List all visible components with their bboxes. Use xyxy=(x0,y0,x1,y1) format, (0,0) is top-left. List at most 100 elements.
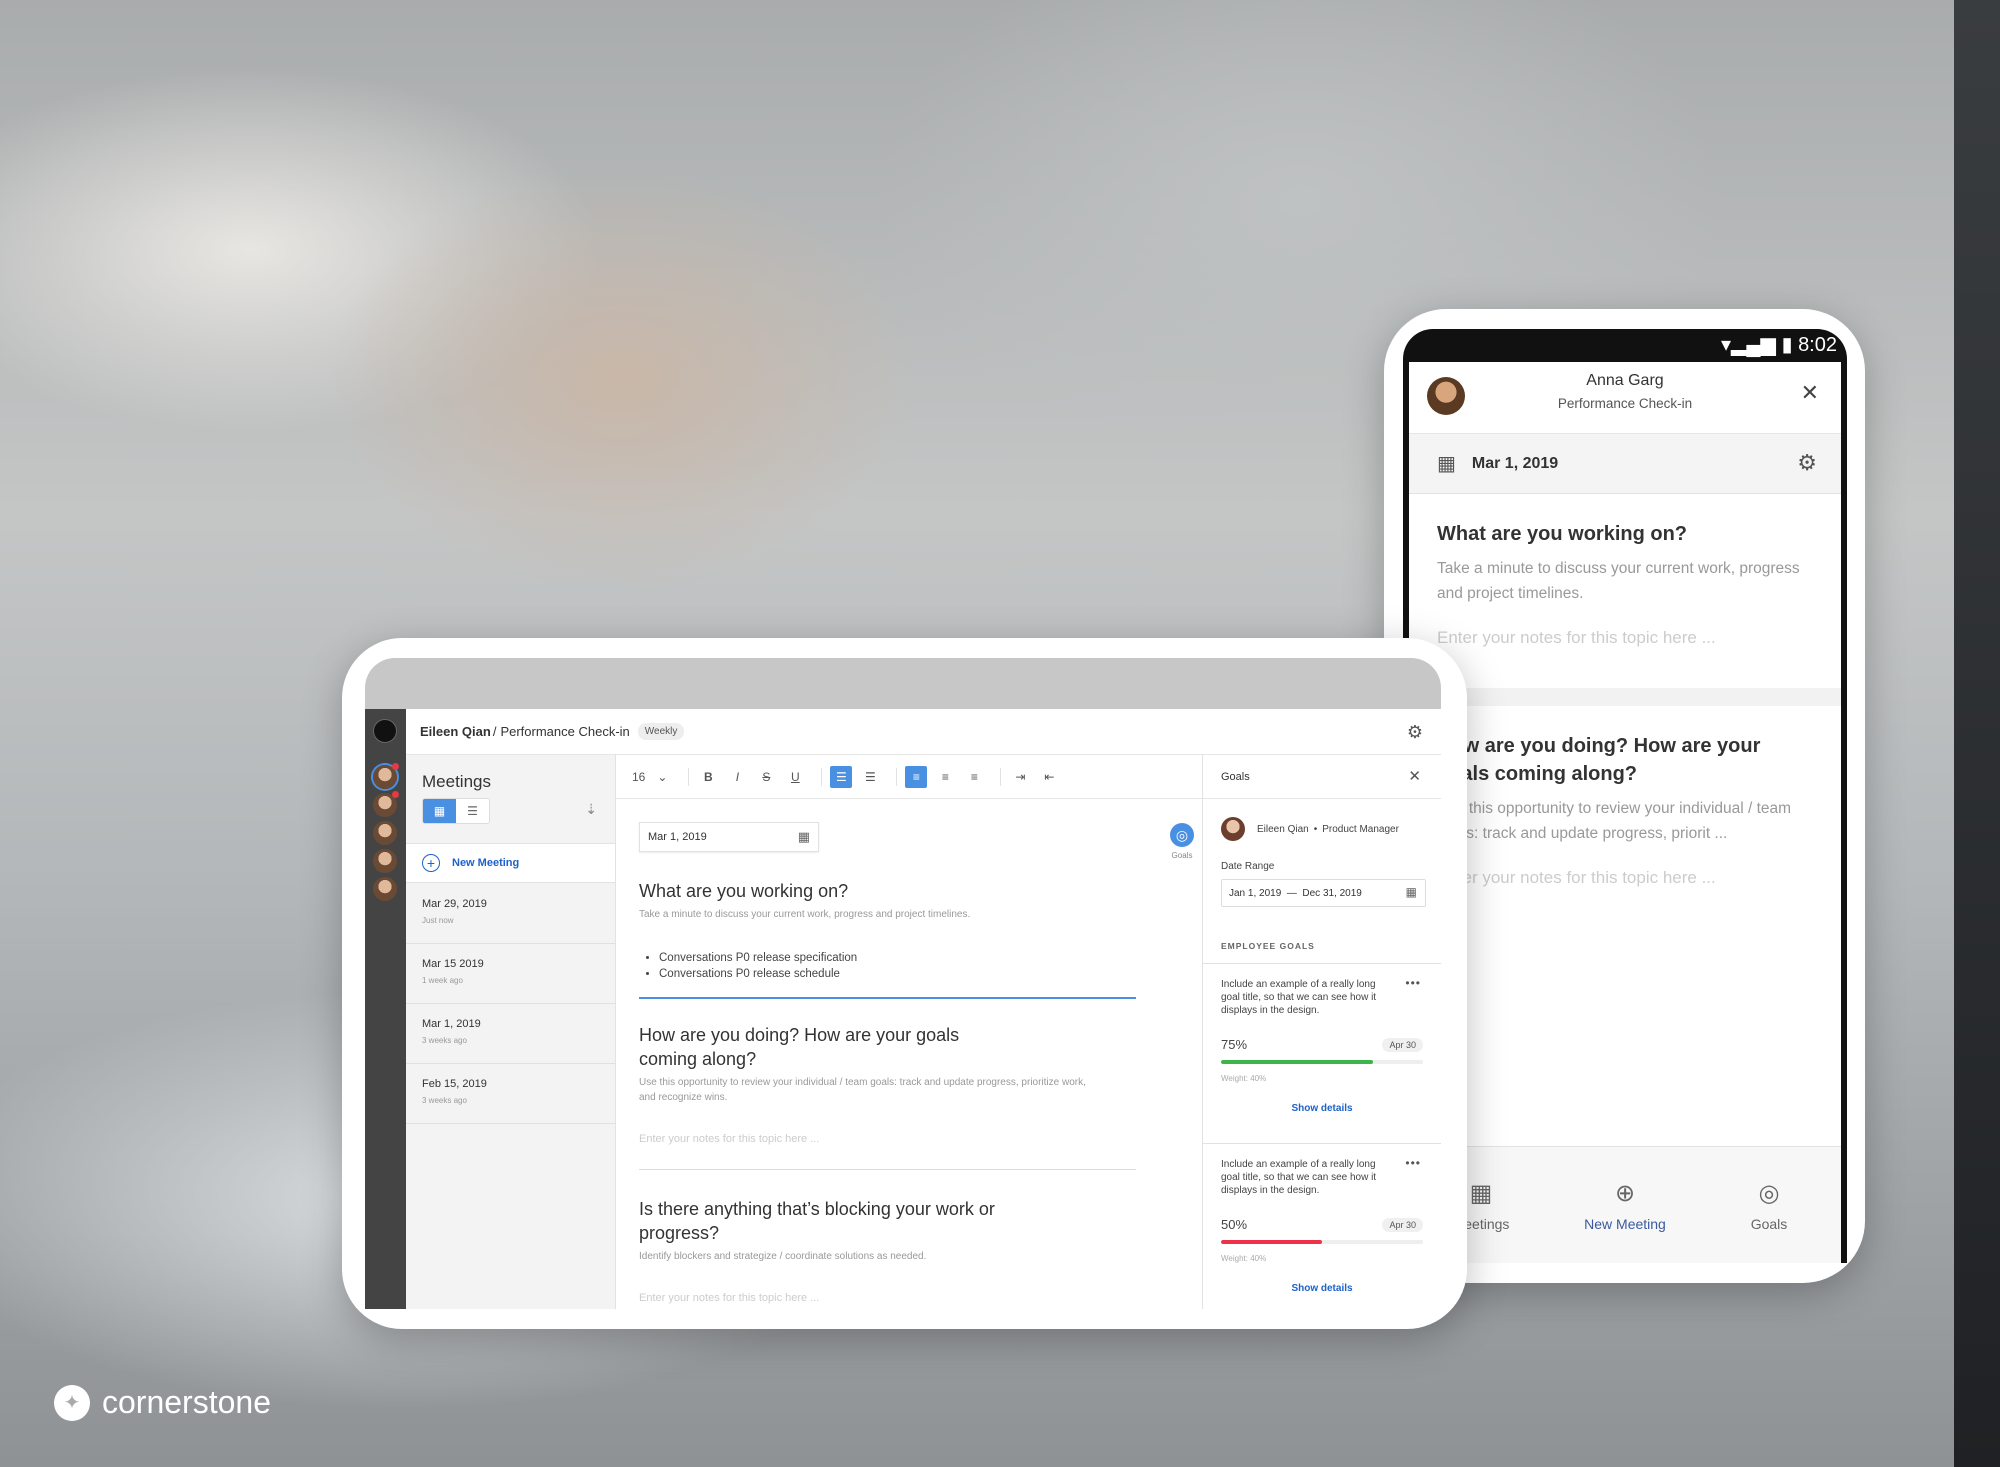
laptop-device: Eileen Qian / Performance Check-in Weekl… xyxy=(342,638,1467,1329)
nav-goals[interactable]: ◎ Goals xyxy=(1699,1179,1839,1232)
numbered-list-button[interactable]: ☰ xyxy=(859,766,881,788)
divider xyxy=(1000,767,1002,786)
owner-role: Product Manager xyxy=(1322,823,1399,835)
goal-owner: Eileen Qian • Product Manager xyxy=(1221,817,1441,841)
plus-icon: + xyxy=(422,854,440,872)
progress-fill xyxy=(1221,1240,1322,1244)
show-details-link[interactable]: Show details xyxy=(1221,1283,1423,1294)
date-range-label: Date Range xyxy=(1221,861,1275,872)
avatar[interactable] xyxy=(373,821,397,845)
app-logo[interactable] xyxy=(373,719,397,743)
sort-icon[interactable]: ⇣ xyxy=(585,801,597,818)
avatar[interactable] xyxy=(373,791,399,817)
underline-button[interactable]: U xyxy=(784,766,806,788)
list-item[interactable]: Mar 15 2019 1 week ago xyxy=(406,944,615,1004)
calendar-icon: ▦ xyxy=(1437,453,1456,475)
indent-button[interactable]: ⇥ xyxy=(1009,766,1031,788)
goal-percent: 50% xyxy=(1221,1217,1248,1232)
list-item[interactable]: Mar 1, 2019 3 weeks ago xyxy=(406,1004,615,1064)
outdent-button[interactable]: ⇤ xyxy=(1038,766,1060,788)
topic: Is there anything that’s blocking your w… xyxy=(639,1197,1019,1304)
meeting-ago: 3 weeks ago xyxy=(422,1036,467,1045)
divider xyxy=(1409,688,1841,706)
notification-dot xyxy=(392,791,399,798)
meeting-ago: 3 weeks ago xyxy=(422,1096,467,1105)
bullet-sep: • xyxy=(1313,823,1318,835)
calendar-view-button[interactable]: ▦ xyxy=(423,799,456,823)
align-right-button[interactable]: ≡ xyxy=(963,766,985,788)
format-toolbar: 16 ⌄ B I S U ☰ ☰ ≡ ≡ ≡ ⇥ ⇤ xyxy=(616,755,1202,799)
topic-desc: Identify blockers and strategize / coord… xyxy=(639,1251,927,1262)
notes-input[interactable]: Enter your notes for this topic here ... xyxy=(1437,628,1817,648)
avatar xyxy=(1427,377,1465,415)
bulleted-list-button[interactable]: ☰ xyxy=(830,765,853,788)
due-badge: Apr 30 xyxy=(1382,1217,1423,1232)
breadcrumb-meeting: Performance Check-in xyxy=(500,724,630,739)
notification-dot xyxy=(392,763,399,770)
notes-input[interactable]: Enter your notes for this topic here ... xyxy=(1437,868,1817,888)
phone-header: Anna Garg Performance Check-in ✕ xyxy=(1409,362,1841,434)
topic-desc: Use this opportunity to review your indi… xyxy=(1437,800,1792,842)
notes-input[interactable]: Enter your notes for this topic here ... xyxy=(639,1133,1019,1145)
topic-title: Is there anything that’s blocking your w… xyxy=(639,1199,995,1243)
font-size-select[interactable]: 16 xyxy=(632,766,645,788)
list-item: Conversations P0 release schedule xyxy=(659,966,1139,982)
topic-desc: Take a minute to discuss your current wo… xyxy=(1437,560,1800,602)
notes-input[interactable]: Enter your notes for this topic here ... xyxy=(639,1292,1019,1304)
meeting-date: Mar 29, 2019 xyxy=(422,898,487,910)
due-badge: Apr 30 xyxy=(1382,1037,1423,1052)
app-window: Eileen Qian / Performance Check-in Weekl… xyxy=(365,709,1441,1309)
active-divider xyxy=(639,997,1136,999)
target-icon: ◎ xyxy=(1170,823,1194,847)
progress-bar xyxy=(1221,1240,1423,1244)
topic-title: How are you doing? How are your goals co… xyxy=(1437,735,1761,785)
goal-percent: 75% xyxy=(1221,1037,1248,1052)
topic: How are you doing? How are your goals co… xyxy=(639,1023,1086,1145)
goals-label: Goals xyxy=(1171,851,1193,860)
align-left-button[interactable]: ≡ xyxy=(905,765,928,788)
goal-card: Include an example of a really long goal… xyxy=(1203,963,1441,1143)
list-item[interactable]: Feb 15, 2019 3 weeks ago xyxy=(406,1064,615,1124)
avatar[interactable] xyxy=(373,877,397,901)
breadcrumb-person[interactable]: Eileen Qian xyxy=(420,724,491,739)
more-icon[interactable]: ••• xyxy=(1405,976,1421,990)
nav-label: New Meeting xyxy=(1584,1215,1666,1232)
date-range-input[interactable]: Jan 1, 2019 — Dec 31, 2019 ▦ xyxy=(1221,879,1426,907)
date-bar[interactable]: ▦ Mar 1, 2019 ⚙ xyxy=(1409,434,1841,494)
align-center-button[interactable]: ≡ xyxy=(934,766,956,788)
person-name: Anna Garg xyxy=(1586,372,1664,389)
panel-title: Goals xyxy=(1221,770,1250,783)
list-item[interactable]: Mar 29, 2019 Just now xyxy=(406,884,615,944)
close-icon[interactable]: ✕ xyxy=(1408,767,1421,785)
list-view-button[interactable]: ☰ xyxy=(456,799,489,823)
plus-circle-icon: ⊕ xyxy=(1614,1179,1636,1207)
meetings-panel: Meetings ▦ ☰ ⇣ + New Meeting Mar 29, 2019… xyxy=(406,755,616,1309)
list-item: Conversations P0 release specification xyxy=(659,950,1139,966)
new-meeting-label: New Meeting xyxy=(452,857,520,869)
divider xyxy=(688,767,690,786)
bold-button[interactable]: B xyxy=(697,766,719,788)
chevron-down-icon[interactable]: ⌄ xyxy=(651,766,673,788)
topic-title: What are you working on? xyxy=(639,881,849,901)
gear-icon[interactable]: ⚙ xyxy=(1407,722,1423,743)
strikethrough-button[interactable]: S xyxy=(755,766,777,788)
more-icon[interactable]: ••• xyxy=(1405,1156,1421,1170)
breadcrumb: Eileen Qian / Performance Check-in Weekl… xyxy=(406,709,1441,755)
show-details-link[interactable]: Show details xyxy=(1221,1103,1423,1114)
italic-button[interactable]: I xyxy=(726,766,748,788)
avatar[interactable] xyxy=(373,849,397,873)
close-icon[interactable]: ✕ xyxy=(1801,380,1819,406)
notes-input[interactable]: Conversations P0 release specification C… xyxy=(639,950,1139,982)
new-meeting-button[interactable]: + New Meeting xyxy=(406,843,615,883)
date-value: Mar 1, 2019 xyxy=(648,831,707,843)
people-rail xyxy=(365,709,406,1309)
goals-button[interactable]: ◎ Goals xyxy=(1170,823,1194,860)
avatar[interactable] xyxy=(373,763,399,789)
nav-new-meeting[interactable]: ⊕ New Meeting xyxy=(1555,1179,1695,1232)
goal-title: Include an example of a really long goal… xyxy=(1221,979,1377,1016)
goal-weight: Weight: 40% xyxy=(1221,1074,1267,1083)
goal-title: Include an example of a really long goal… xyxy=(1221,1159,1377,1196)
date-picker[interactable]: Mar 1, 2019 ▦ xyxy=(639,822,819,852)
progress-bar xyxy=(1221,1060,1423,1064)
gear-icon[interactable]: ⚙ xyxy=(1797,450,1817,476)
